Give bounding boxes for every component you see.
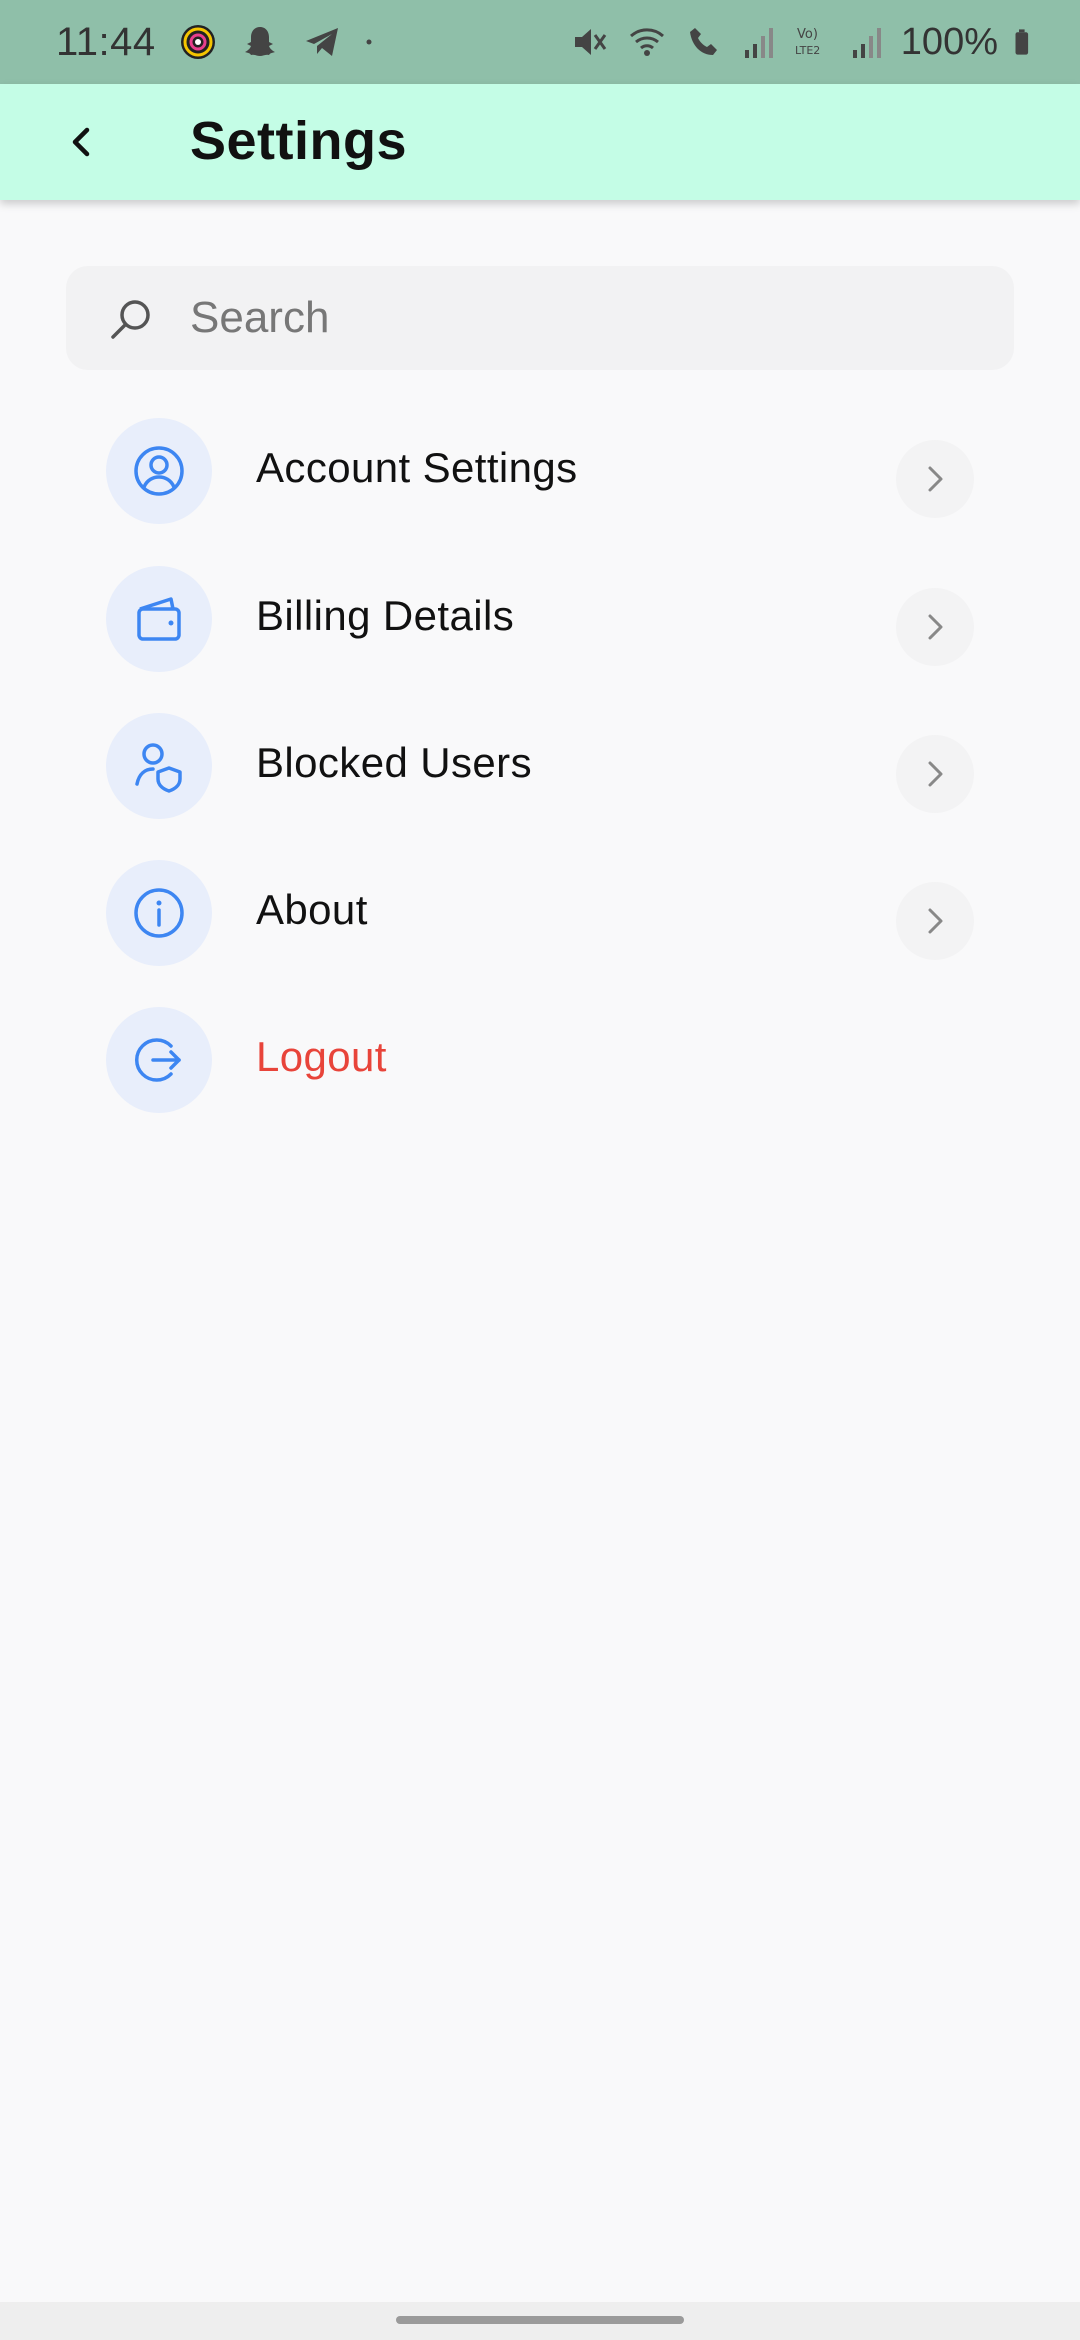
chevron-button[interactable] bbox=[896, 588, 974, 666]
wifi-icon bbox=[629, 28, 664, 56]
search-icon bbox=[111, 300, 150, 339]
chevron-right-icon bbox=[928, 614, 943, 640]
wifi-call-icon bbox=[689, 28, 717, 55]
icon-circle bbox=[106, 1007, 212, 1113]
chevron-button[interactable] bbox=[896, 440, 974, 518]
icon-circle bbox=[106, 860, 212, 966]
svg-text:Vo): Vo) bbox=[797, 27, 818, 42]
back-button[interactable] bbox=[52, 112, 112, 172]
home-indicator[interactable] bbox=[396, 2316, 684, 2324]
signal-icon bbox=[744, 28, 773, 58]
menu-item-blocked-users[interactable]: Blocked Users bbox=[106, 713, 974, 821]
status-right: Vo) LTE2 100% bbox=[569, 21, 1040, 64]
snapchat-icon bbox=[244, 27, 275, 56]
mute-icon bbox=[574, 29, 607, 55]
icon-circle bbox=[106, 713, 212, 819]
menu-item-account-settings[interactable]: Account Settings bbox=[106, 418, 974, 526]
svg-text:LTE2: LTE2 bbox=[795, 44, 820, 57]
status-time: 11:44 bbox=[56, 19, 156, 64]
logout-icon bbox=[134, 1038, 181, 1082]
search-input[interactable] bbox=[190, 284, 970, 352]
menu-item-billing-details[interactable]: Billing Details bbox=[106, 566, 974, 674]
signal-icon bbox=[852, 28, 881, 58]
chevron-button[interactable] bbox=[896, 882, 974, 960]
battery-icon bbox=[1015, 29, 1029, 55]
threads-icon bbox=[180, 25, 215, 59]
dot-icon bbox=[366, 39, 372, 45]
chevron-left-icon bbox=[72, 127, 90, 157]
menu-item-label: Blocked Users bbox=[256, 739, 532, 786]
telegram-icon bbox=[305, 28, 338, 56]
menu-item-label: About bbox=[256, 886, 368, 933]
status-bar: 11:44 Vo) LTE2 100% bbox=[0, 0, 1080, 84]
icon-circle bbox=[106, 566, 212, 672]
menu-item-logout[interactable]: Logout bbox=[106, 1007, 974, 1115]
chevron-button[interactable] bbox=[896, 735, 974, 813]
app-bar: Settings bbox=[0, 84, 1080, 200]
wallet-icon bbox=[137, 597, 181, 641]
menu-item-about[interactable]: About bbox=[106, 860, 974, 968]
settings-screen: 11:44 Vo) LTE2 100% Settings Search Acco… bbox=[0, 0, 1080, 2340]
info-icon bbox=[134, 888, 184, 938]
icon-circle bbox=[106, 418, 212, 524]
volte-icon: Vo) LTE2 bbox=[795, 27, 820, 57]
status-left: 11:44 bbox=[56, 20, 384, 65]
chevron-right-icon bbox=[928, 908, 943, 934]
chevron-right-icon bbox=[928, 761, 943, 787]
menu-item-label: Account Settings bbox=[256, 444, 578, 491]
chevron-right-icon bbox=[928, 466, 943, 492]
logout-label: Logout bbox=[256, 1033, 387, 1080]
user-circle-icon bbox=[134, 446, 184, 496]
navigation-bar bbox=[0, 2302, 1080, 2340]
search-bar[interactable] bbox=[66, 266, 1014, 370]
battery-percent: 100% bbox=[900, 20, 998, 63]
page-title: Settings bbox=[190, 111, 408, 171]
user-shield-icon bbox=[135, 743, 182, 793]
menu-item-label: Billing Details bbox=[256, 592, 515, 639]
